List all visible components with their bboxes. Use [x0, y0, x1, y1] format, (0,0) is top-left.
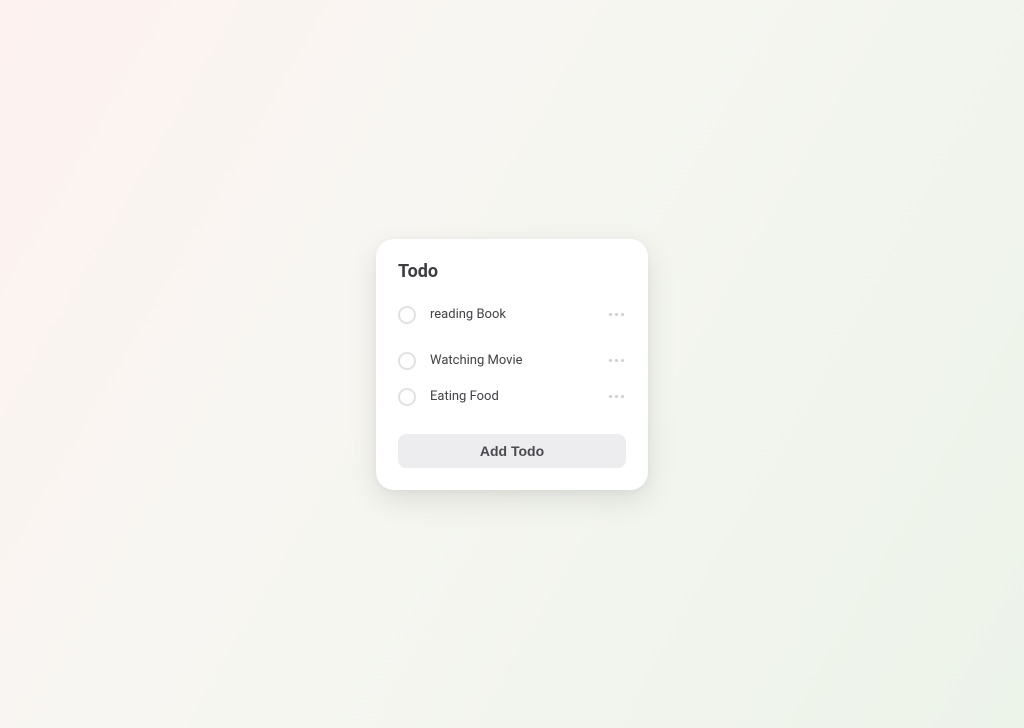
todo-item: Watching Movie	[398, 352, 626, 370]
todo-label: Watching Movie	[430, 353, 593, 368]
todo-label: reading Book	[430, 307, 593, 322]
ellipsis-icon[interactable]	[607, 391, 626, 402]
todo-label: Eating Food	[430, 389, 593, 404]
ellipsis-icon[interactable]	[607, 355, 626, 366]
card-title: Todo	[398, 261, 626, 282]
todo-checkbox[interactable]	[398, 352, 416, 370]
add-todo-button[interactable]: Add Todo	[398, 434, 626, 468]
ellipsis-icon[interactable]	[607, 309, 626, 320]
todo-item: reading Book	[398, 306, 626, 324]
todo-list: reading Book Watching Movie Eating Food	[398, 306, 626, 406]
todo-checkbox[interactable]	[398, 306, 416, 324]
todo-item: Eating Food	[398, 388, 626, 406]
todo-card: Todo reading Book Watching Movie Eating …	[376, 239, 648, 490]
todo-checkbox[interactable]	[398, 388, 416, 406]
